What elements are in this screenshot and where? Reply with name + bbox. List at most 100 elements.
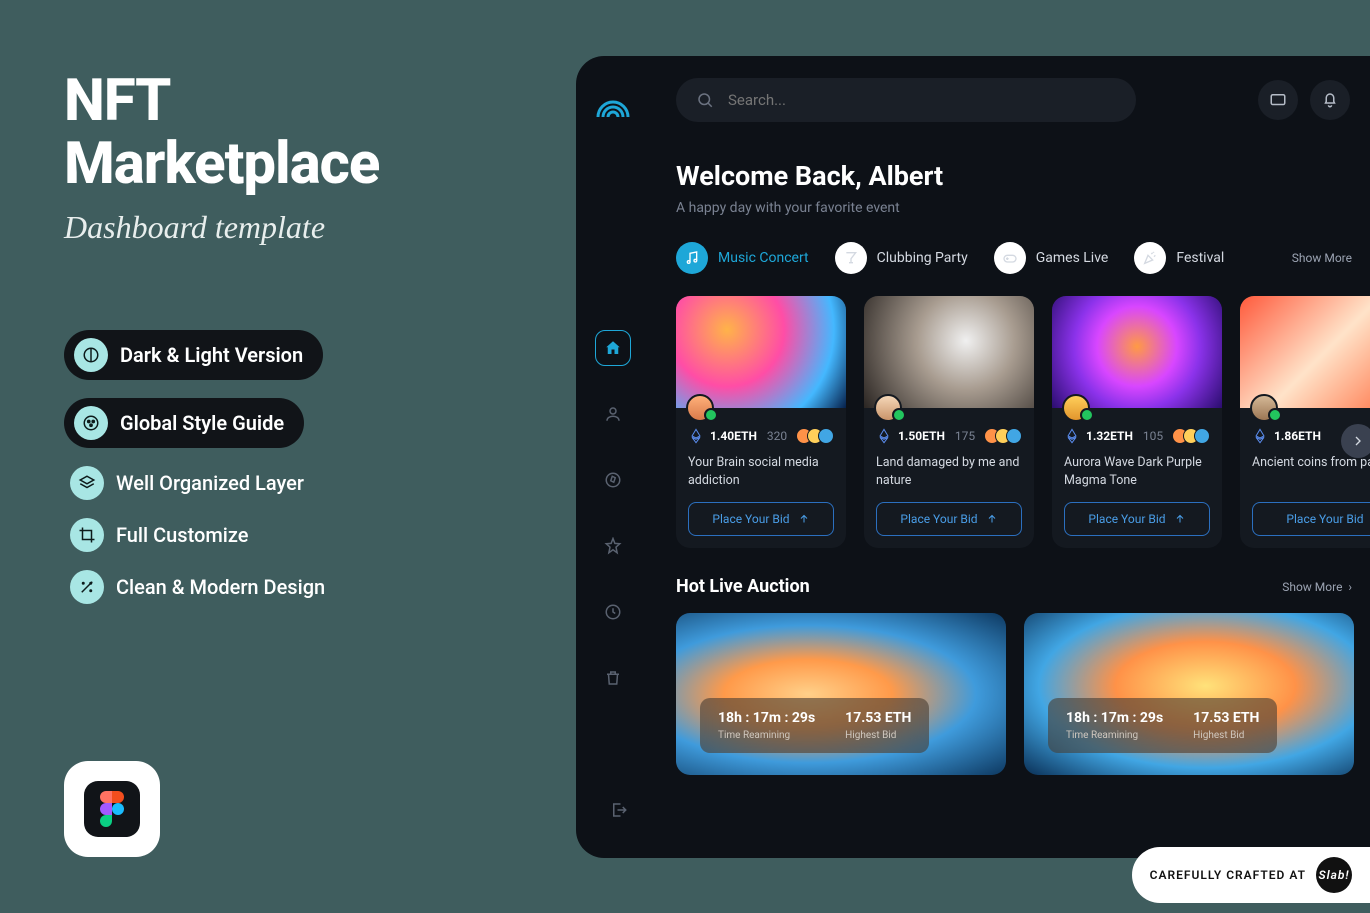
bidders-avatars bbox=[801, 428, 834, 444]
nft-card[interactable]: 1.50ETH 175 Land damaged by me and natur… bbox=[864, 296, 1034, 548]
nft-image bbox=[1240, 296, 1370, 408]
place-bid-button[interactable]: Place Your Bid bbox=[1252, 502, 1370, 536]
highest-bid: 17.53 ETH bbox=[845, 710, 911, 726]
feature-customize: Full Customize bbox=[64, 518, 248, 552]
feature-layers: Well Organized Layer bbox=[64, 466, 304, 500]
verified-icon bbox=[892, 408, 906, 422]
sidebar bbox=[576, 56, 650, 858]
nft-price: 1.86ETH bbox=[1274, 429, 1321, 443]
feature-clean-design: Clean & Modern Design bbox=[64, 570, 325, 604]
search-input[interactable] bbox=[728, 91, 1116, 109]
arrow-up-icon bbox=[798, 513, 810, 525]
feature-list: Dark & Light Version Global Style Guide … bbox=[64, 330, 504, 604]
crafted-label: CAREFULLY CRAFTED AT bbox=[1150, 868, 1306, 882]
bid-label: Highest Bid bbox=[845, 730, 911, 741]
auctions-row: 18h : 17m : 29s Time Reamining 17.53 ETH H… bbox=[676, 613, 1370, 775]
arrow-up-icon bbox=[1174, 513, 1186, 525]
category-games[interactable]: Games Live bbox=[994, 242, 1109, 274]
crafted-badge: CAREFULLY CRAFTED AT Slab! bbox=[1132, 847, 1370, 903]
section-title: Hot Live Auction bbox=[676, 576, 810, 597]
confetti-icon bbox=[1134, 242, 1166, 274]
nft-count: 105 bbox=[1143, 429, 1163, 443]
chevron-right-icon bbox=[1350, 433, 1366, 449]
nft-title: Ancient coins from past bbox=[1252, 454, 1370, 488]
nft-price: 1.50ETH bbox=[898, 429, 945, 443]
eth-icon bbox=[1064, 428, 1080, 444]
verified-icon bbox=[1268, 408, 1282, 422]
categories-show-more[interactable]: Show More bbox=[1292, 251, 1352, 265]
nft-count: 320 bbox=[767, 429, 787, 443]
place-bid-button[interactable]: Place Your Bid bbox=[688, 502, 834, 536]
auction-info: 18h : 17m : 29s Time Reamining 17.53 ETH H… bbox=[700, 698, 929, 753]
nft-price: 1.40ETH bbox=[710, 429, 757, 443]
nft-image bbox=[864, 296, 1034, 408]
bidders-avatars bbox=[1177, 428, 1210, 444]
nav-group bbox=[595, 330, 631, 696]
category-clubbing[interactable]: Clubbing Party bbox=[835, 242, 968, 274]
nav-trash[interactable] bbox=[595, 660, 631, 696]
notifications-button[interactable] bbox=[1310, 80, 1350, 120]
eth-icon bbox=[688, 428, 704, 444]
arrow-up-icon bbox=[986, 513, 998, 525]
search-bar[interactable] bbox=[676, 78, 1136, 122]
crafted-brand: Slab! bbox=[1316, 857, 1352, 893]
nft-title: Aurora Wave Dark Purple Magma Tone bbox=[1064, 454, 1210, 488]
nft-title: Your Brain social media addiction bbox=[688, 454, 834, 488]
app-window: Welcome Back, Albert A happy day with yo… bbox=[576, 56, 1370, 858]
auction-info: 18h : 17m : 29s Time Reamining 17.53 ETH H… bbox=[1048, 698, 1277, 753]
place-bid-button[interactable]: Place Your Bid bbox=[1064, 502, 1210, 536]
promo-panel: NFT Marketplace Dashboard template Dark … bbox=[64, 70, 504, 604]
bell-icon bbox=[1321, 91, 1339, 109]
promo-title: NFT Marketplace bbox=[64, 70, 504, 195]
drink-icon bbox=[835, 242, 867, 274]
layers-icon bbox=[70, 466, 104, 500]
nft-card[interactable]: 1.40ETH 320 Your Brain social media addi… bbox=[676, 296, 846, 548]
hot-auction-header: Hot Live Auction Show More › bbox=[676, 576, 1370, 597]
nft-price: 1.32ETH bbox=[1086, 429, 1133, 443]
nav-home[interactable] bbox=[595, 330, 631, 366]
messages-button[interactable] bbox=[1258, 80, 1298, 120]
search-icon bbox=[696, 91, 714, 109]
time-remaining: 18h : 17m : 29s bbox=[718, 710, 815, 726]
verified-icon bbox=[1080, 408, 1094, 422]
main-content: Welcome Back, Albert A happy day with yo… bbox=[650, 56, 1370, 858]
time-label: Time Reamining bbox=[718, 730, 815, 741]
feature-style-guide: Global Style Guide bbox=[64, 398, 304, 448]
welcome-header: Welcome Back, Albert A happy day with yo… bbox=[676, 160, 1370, 216]
figma-badge bbox=[64, 761, 160, 857]
category-tabs: Music Concert Clubbing Party Games Live … bbox=[676, 242, 1370, 274]
time-label: Time Reamining bbox=[1066, 730, 1163, 741]
nav-favorites[interactable] bbox=[595, 528, 631, 564]
bid-label: Highest Bid bbox=[1193, 730, 1259, 741]
welcome-title: Welcome Back, Albert bbox=[676, 160, 1370, 192]
nav-profile[interactable] bbox=[595, 396, 631, 432]
nav-explore[interactable] bbox=[595, 462, 631, 498]
nft-card[interactable]: 1.32ETH 105 Aurora Wave Dark Purple Magm… bbox=[1052, 296, 1222, 548]
promo-subtitle: Dashboard template bbox=[64, 209, 504, 246]
topbar bbox=[676, 78, 1370, 122]
bidders-avatars bbox=[989, 428, 1022, 444]
palette-icon bbox=[74, 406, 108, 440]
time-remaining: 18h : 17m : 29s bbox=[1066, 710, 1163, 726]
contrast-icon bbox=[74, 338, 108, 372]
feature-dark-light: Dark & Light Version bbox=[64, 330, 323, 380]
welcome-subtitle: A happy day with your favorite event bbox=[676, 200, 1370, 216]
nft-card[interactable]: 1.86ETH Ancient coins from past Place Yo… bbox=[1240, 296, 1370, 548]
highest-bid: 17.53 ETH bbox=[1193, 710, 1259, 726]
category-festival[interactable]: Festival bbox=[1134, 242, 1224, 274]
auction-show-more[interactable]: Show More › bbox=[1282, 580, 1352, 594]
nav-history[interactable] bbox=[595, 594, 631, 630]
auction-card[interactable]: 18h : 17m : 29s Time Reamining 17.53 ETH H… bbox=[1024, 613, 1354, 775]
message-icon bbox=[1269, 91, 1287, 109]
eth-icon bbox=[876, 428, 892, 444]
app-logo bbox=[593, 84, 633, 124]
music-icon bbox=[676, 242, 708, 274]
category-music[interactable]: Music Concert bbox=[676, 242, 809, 274]
nav-logout[interactable] bbox=[601, 792, 637, 828]
carousel-next-button[interactable] bbox=[1341, 424, 1370, 458]
magic-icon bbox=[70, 570, 104, 604]
gamepad-icon bbox=[994, 242, 1026, 274]
eth-icon bbox=[1252, 428, 1268, 444]
place-bid-button[interactable]: Place Your Bid bbox=[876, 502, 1022, 536]
auction-card[interactable]: 18h : 17m : 29s Time Reamining 17.53 ETH H… bbox=[676, 613, 1006, 775]
